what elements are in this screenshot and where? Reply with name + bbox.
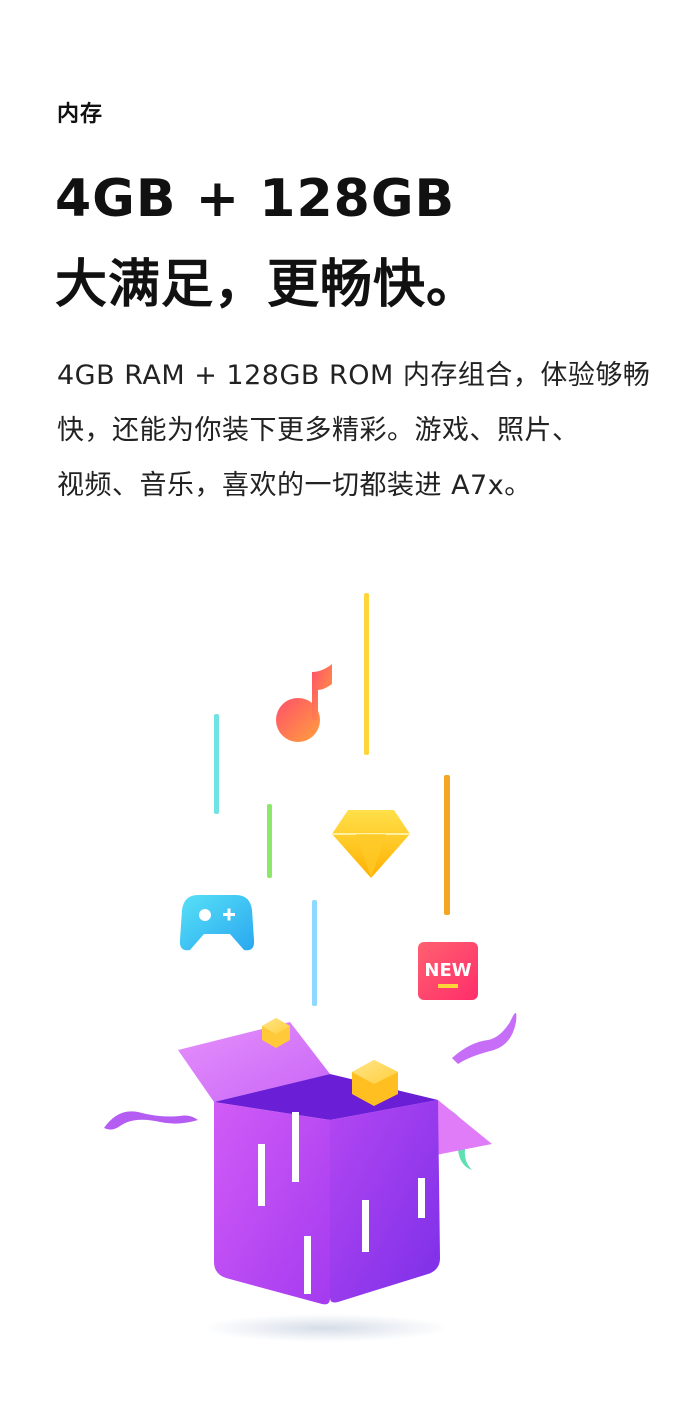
green-line [267, 804, 272, 878]
description-line-3: 视频、音乐，喜欢的一切都装进 A7x。 [57, 470, 532, 501]
new-badge-icon: NEW [418, 942, 478, 1000]
storage-illustration: NEW [0, 560, 690, 1360]
headline-line-1: 4GB + 128GB [55, 169, 456, 229]
memory-feature-page: 内存 4GB + 128GB 大满足，更畅快。 4GB RAM + 128GB … [0, 0, 690, 1422]
diamond-icon [332, 810, 410, 878]
gift-box-icon [178, 1018, 492, 1342]
gamepad-icon [179, 895, 255, 951]
headline-line-2: 大满足，更畅快。 [55, 255, 480, 315]
music-note-icon [276, 664, 332, 742]
headline: 4GB + 128GB 大满足，更畅快。 [55, 156, 655, 328]
description: 4GB RAM + 128GB ROM 内存组合，体验够畅 快，还能为你装下更多… [57, 348, 657, 513]
orange-line [444, 775, 450, 915]
right-ribbon [452, 1013, 517, 1064]
section-eyebrow: 内存 [57, 102, 104, 127]
illustration-svg: NEW [104, 593, 517, 1342]
left-ribbon [104, 1111, 198, 1130]
new-badge-label: NEW [424, 960, 471, 981]
description-line-2: 快，还能为你装下更多精彩。游戏、照片、 [57, 415, 580, 446]
blue-line [312, 900, 317, 1006]
yellow-line [364, 593, 369, 755]
description-line-1: 4GB RAM + 128GB ROM 内存组合，体验够畅 [57, 360, 651, 391]
cyan-line [214, 714, 219, 814]
